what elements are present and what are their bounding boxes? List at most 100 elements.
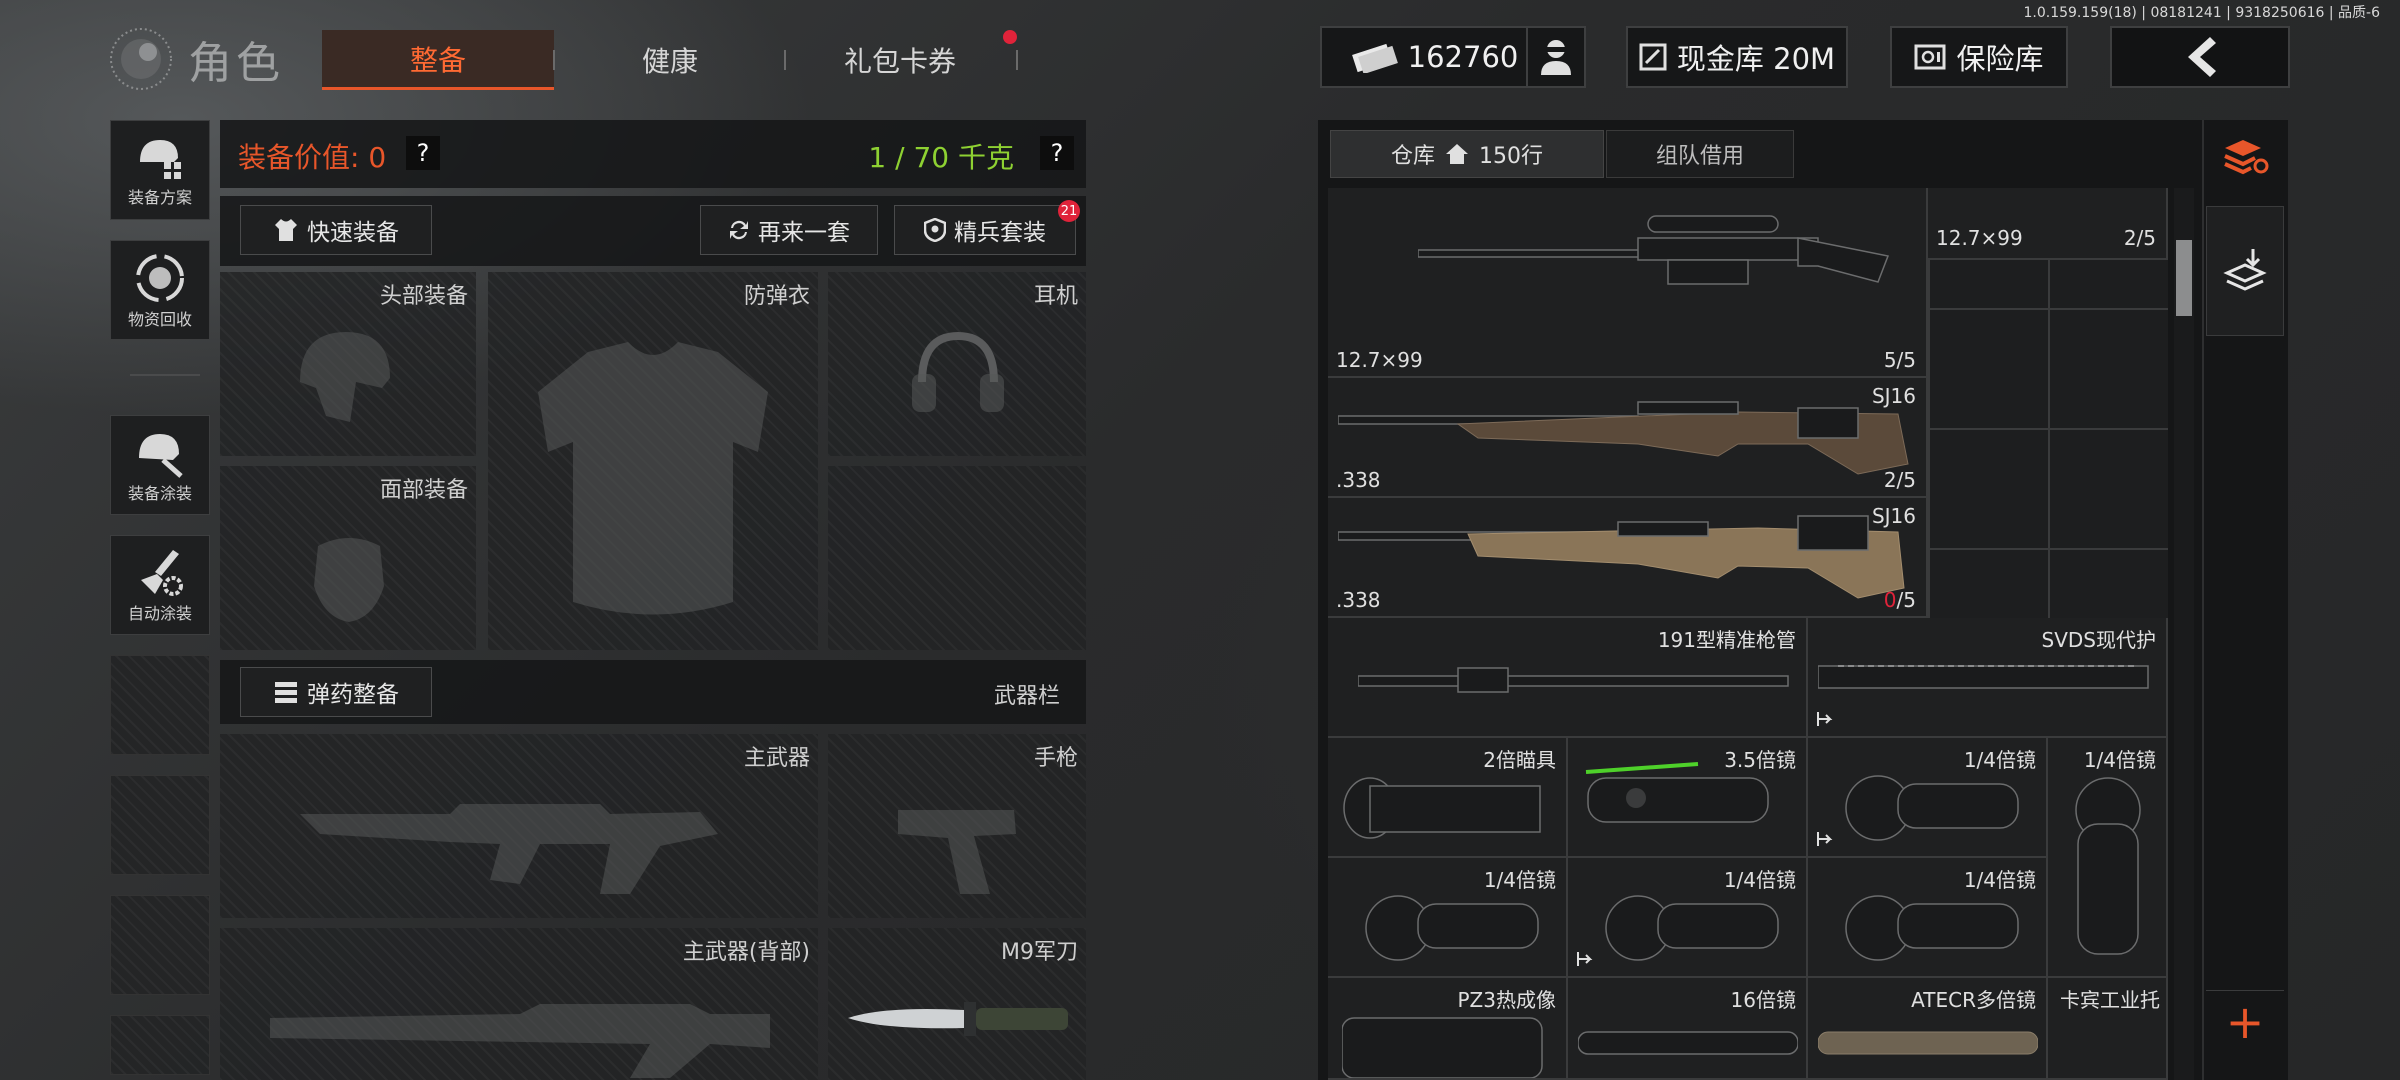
cash-vault-button[interactable]: 现金库 20M: [1626, 26, 1848, 88]
back-button[interactable]: [2110, 26, 2290, 88]
durability-rest: /5: [1896, 588, 1916, 612]
add-stash-button[interactable]: +: [2206, 990, 2284, 1052]
item-name: SVDS现代护: [2041, 628, 2156, 652]
item-name: 16倍镜: [1730, 988, 1796, 1012]
ammo-prep-button[interactable]: 弹药整备: [240, 667, 432, 717]
nav-empty-slot: [110, 655, 210, 755]
value-help-button[interactable]: ?: [406, 136, 440, 170]
operator-button[interactable]: [1526, 26, 1586, 88]
currency-display[interactable]: 162760: [1320, 26, 1550, 88]
helmet-icon: [300, 332, 390, 422]
tab-health[interactable]: 健康: [560, 30, 780, 90]
item-caliber: .338: [1336, 468, 1381, 492]
sort-refresh-button[interactable]: [2210, 124, 2280, 188]
thermal-scope-icon: [1342, 1017, 1543, 1078]
shirt-icon: [275, 219, 297, 241]
headset-slot[interactable]: 耳机: [828, 272, 1086, 456]
slot-label: 主武器: [743, 746, 810, 771]
warehouse-item[interactable]: 16倍镜: [1568, 978, 1808, 1080]
warehouse-item[interactable]: 1/4倍镜: [1808, 738, 2048, 858]
item-durability: 2/5: [1883, 468, 1916, 492]
nav-empty-slot: [110, 775, 210, 875]
nav-empty-slot: [110, 895, 210, 995]
loadout-value-bar: 装备价值: 0 ? 1 / 70 千克 ?: [220, 120, 1086, 188]
slot-label: 主武器(背部): [682, 940, 810, 965]
back-weapon-slot[interactable]: 主武器(背部): [220, 928, 818, 1080]
scope-icon: [1845, 895, 2019, 961]
weight-help-button[interactable]: ?: [1040, 136, 1074, 170]
nav-loadout-plans[interactable]: 装备方案: [110, 120, 210, 220]
scope-icon: [1845, 775, 2019, 841]
loadout-weight: 1 / 70 千克: [868, 141, 1014, 174]
currency-amount: 162760: [1407, 40, 1519, 74]
item-name: ATECR多倍镜: [1911, 988, 2036, 1012]
pistol-icon: [898, 810, 1016, 894]
acog-scope-icon: [1585, 762, 1769, 823]
slot-label: 头部装备: [379, 284, 468, 309]
handguard-icon: [1818, 665, 2149, 689]
loadout-value: 装备价值: 0: [238, 141, 387, 174]
shield-icon: [924, 218, 946, 242]
tab-team-borrow[interactable]: 组队借用: [1606, 130, 1794, 178]
warehouse-item[interactable]: 12.7×99 5/5: [1328, 188, 1928, 378]
export-icon: [1577, 952, 1593, 966]
tab-loadout[interactable]: 整备: [322, 30, 554, 90]
warehouse-item[interactable]: PZ3热成像: [1328, 978, 1568, 1080]
recycle-icon: [136, 254, 184, 302]
durability-low: 0: [1883, 588, 1897, 612]
nav-gear-skin[interactable]: 装备涂装: [110, 415, 210, 515]
elite-set-label: 精兵套装: [954, 220, 1046, 246]
warehouse-item[interactable]: 12.7×99 2/5: [1928, 188, 2168, 260]
warehouse-item[interactable]: 3.5倍镜: [1568, 738, 1808, 858]
warehouse-item[interactable]: ATECR多倍镜: [1808, 978, 2048, 1080]
stash-import-button[interactable]: [2206, 206, 2284, 336]
role-header: 角色: [108, 26, 284, 92]
warehouse-item[interactable]: 1/4倍镜: [2048, 738, 2168, 978]
pistol-slot[interactable]: 手枪: [828, 734, 1086, 918]
primary-weapon-slot[interactable]: 主武器: [220, 734, 818, 918]
notification-dot: [1003, 30, 1017, 44]
item-name: 191型精准枪管: [1657, 628, 1796, 652]
warehouse-item[interactable]: 191型精准枪管: [1328, 618, 1808, 738]
nav-auto-paint[interactable]: 自动涂装: [110, 535, 210, 635]
warehouse-item[interactable]: SJ16 .338 0/5: [1328, 498, 1928, 618]
warehouse-item[interactable]: 1/4倍镜: [1808, 858, 2048, 978]
head-slot[interactable]: 头部装备: [220, 272, 476, 456]
armor-slot[interactable]: 防弹衣: [488, 272, 818, 650]
tab-warehouse[interactable]: 仓库 150行: [1330, 130, 1604, 178]
sniper-rifle-icon: [1418, 215, 1890, 285]
warehouse-item[interactable]: 卡宾工业托: [2048, 978, 2168, 1080]
quick-equip-button[interactable]: 快速装备: [240, 205, 432, 255]
item-durability: 0/5: [1884, 588, 1916, 612]
warehouse-item[interactable]: 1/4倍镜: [1328, 858, 1568, 978]
elite-set-button[interactable]: 精兵套装: [894, 205, 1076, 255]
item-durability: 2/5: [2123, 226, 2156, 250]
elite-set-badge: 21: [1058, 200, 1080, 222]
scope-vertical-icon: [2075, 777, 2141, 955]
warehouse-item[interactable]: SJ16 .338 2/5: [1328, 378, 1928, 498]
safe-vault-button[interactable]: 保险库: [1890, 26, 2068, 88]
warehouse-scrollbar-thumb[interactable]: [2176, 240, 2192, 316]
warehouse-item[interactable]: SVDS现代护: [1808, 618, 2168, 738]
slot-label: M9军刀: [1001, 940, 1078, 965]
tab-gift-cards[interactable]: 礼包卡券: [790, 30, 1010, 90]
vest-icon: [538, 342, 768, 615]
warehouse-item[interactable]: 1/4倍镜: [1568, 858, 1808, 978]
warehouse-item[interactable]: 2倍瞄具: [1328, 738, 1568, 858]
nav-recycle[interactable]: 物资回收: [110, 240, 210, 340]
item-caliber: .338: [1336, 588, 1381, 612]
warehouse-scrollbar-track[interactable]: [2174, 188, 2194, 1080]
face-slot[interactable]: 面部装备: [220, 466, 476, 650]
nav-label: 装备涂装: [127, 484, 192, 503]
layers-download-icon: [2223, 249, 2267, 291]
knife-slot[interactable]: M9军刀: [828, 928, 1086, 1080]
vault-icon: [1639, 43, 1667, 71]
weapon-bar-label: 武器栏: [994, 684, 1061, 709]
ammo-icon: [275, 682, 297, 703]
layers-refresh-icon: [2224, 140, 2269, 175]
slot-label: 防弹衣: [743, 284, 810, 309]
item-name: 1/4倍镜: [2083, 748, 2156, 772]
nav-label: 物资回收: [127, 310, 192, 329]
item-durability: 5/5: [1883, 348, 1916, 372]
repeat-set-button[interactable]: 再来一套: [700, 205, 878, 255]
